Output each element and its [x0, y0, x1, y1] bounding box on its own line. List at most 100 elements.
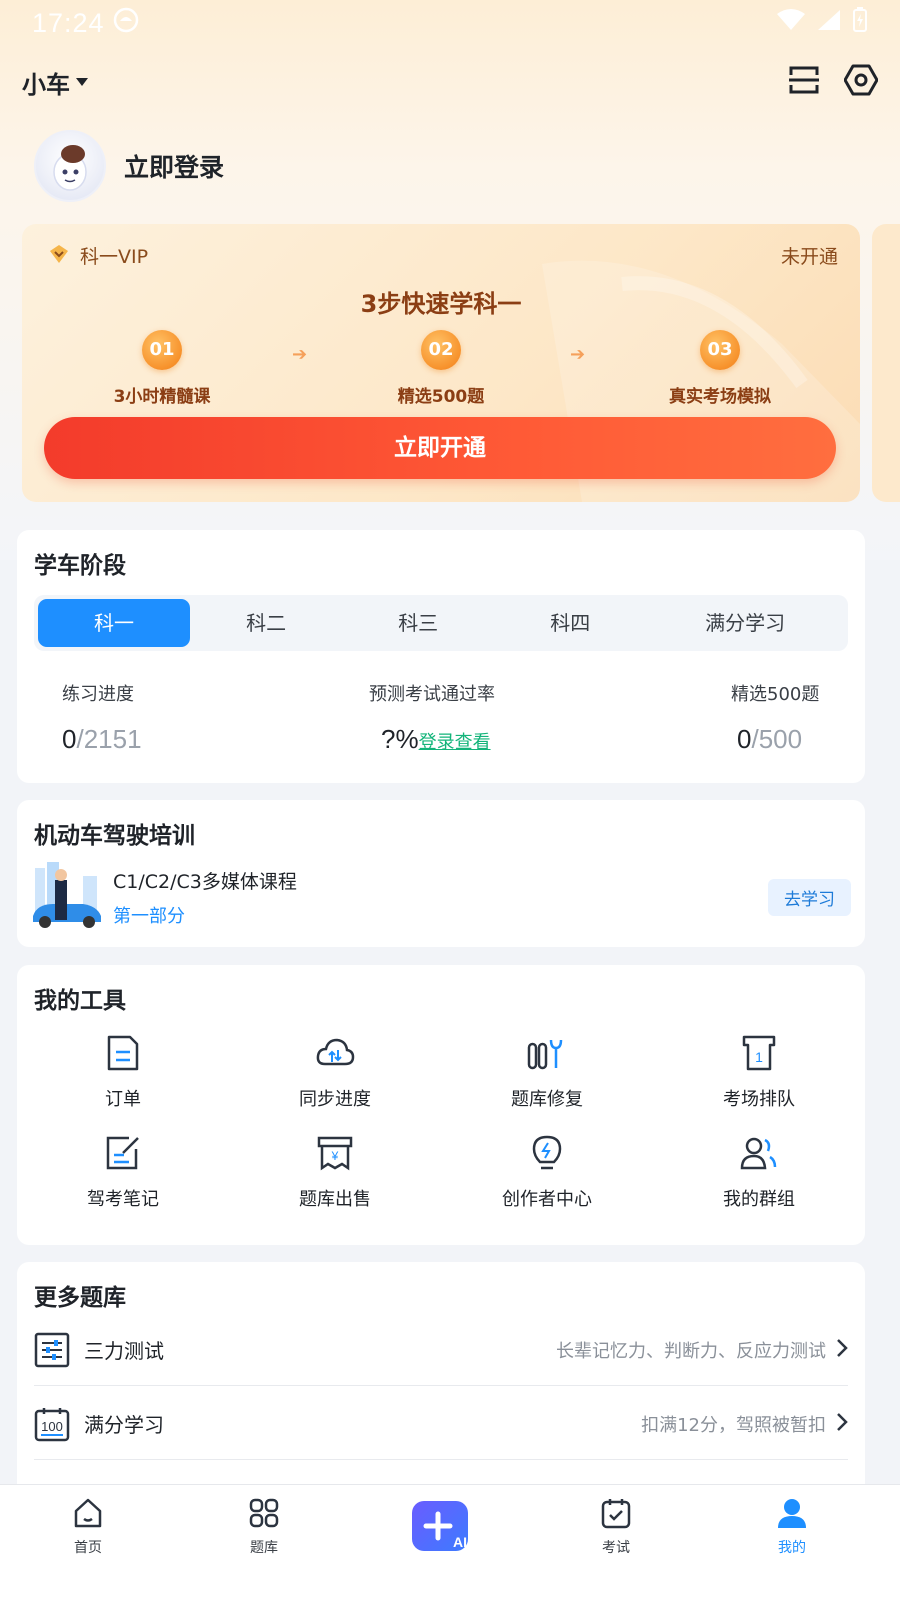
- notification-icon: [113, 7, 139, 40]
- user-icon: [776, 1499, 808, 1533]
- tab-full-score[interactable]: 满分学习: [646, 599, 844, 647]
- order-icon: [17, 1033, 229, 1073]
- cloud-sync-icon: [229, 1033, 441, 1073]
- step-text: 精选500题: [397, 387, 485, 407]
- list-item-full-score[interactable]: 100 满分学习 扣满12分，驾照被暂扣: [34, 1388, 848, 1460]
- tool-label: 驾考笔记: [87, 1189, 159, 1210]
- tool-sale[interactable]: ¥ 题库出售: [229, 1133, 441, 1211]
- tool-group[interactable]: 我的群组: [653, 1133, 865, 1211]
- vip-step: 02 精选500题: [341, 330, 541, 407]
- exam-icon: [600, 1499, 632, 1533]
- svg-text:¥: ¥: [331, 1149, 339, 1163]
- caret-down-icon: [76, 78, 88, 86]
- step-text: 3小时精髓课: [113, 387, 211, 407]
- list-item-label: 三力测试: [84, 1339, 164, 1363]
- stage-stats: 练习进度 0/2151 预测考试通过率 ?%登录查看 精选500题 0/500: [17, 680, 865, 760]
- bulb-icon: [441, 1133, 653, 1173]
- nav-question-bank[interactable]: 题库: [176, 1485, 352, 1600]
- tool-sync[interactable]: 同步进度: [229, 1033, 441, 1111]
- tool-order[interactable]: 订单: [17, 1033, 229, 1111]
- battery-icon: [852, 6, 868, 40]
- list-item-desc: 扣满12分，驾照被暂扣: [641, 1414, 826, 1436]
- selected-500[interactable]: 精选500题 0/500: [731, 680, 819, 755]
- note-icon: [17, 1133, 229, 1173]
- repair-icon: [441, 1033, 653, 1073]
- profile-row[interactable]: 立即登录: [34, 130, 224, 202]
- sale-icon: ¥: [229, 1133, 441, 1173]
- car-type-label: 小车: [22, 70, 70, 99]
- nav-label: 我的: [778, 1540, 806, 1556]
- training-card: 机动车驾驶培训 C1/C2/C3多媒体课程 第一部分 去学习: [17, 800, 865, 947]
- nav-mine[interactable]: 我的: [704, 1485, 880, 1600]
- tool-repair[interactable]: 题库修复: [441, 1033, 653, 1111]
- scan-icon[interactable]: [788, 65, 820, 99]
- score-100-icon: 100: [34, 1406, 70, 1442]
- car-type-selector[interactable]: 小车: [22, 65, 88, 100]
- bottom-nav: 首页 题库 AI 考试 我的: [0, 1484, 900, 1600]
- course-part: 第一部分: [113, 905, 185, 927]
- course-item[interactable]: C1/C2/C3多媒体课程 第一部分 去学习: [31, 862, 851, 932]
- avatar[interactable]: [34, 130, 106, 202]
- tool-queue[interactable]: 1 考场排队: [653, 1033, 865, 1111]
- tool-label: 题库出售: [299, 1189, 371, 1210]
- open-vip-button[interactable]: 立即开通: [44, 417, 836, 479]
- settings-icon[interactable]: [843, 64, 879, 100]
- tool-notes[interactable]: 驾考笔记: [17, 1133, 229, 1211]
- tab-subject-4[interactable]: 科四: [494, 599, 646, 647]
- vip-steps: 01 3小时精髓课 ➔ 02 精选500题 ➔ 03 真实考场模拟: [22, 330, 860, 410]
- signal-icon: [816, 8, 842, 39]
- stat-label: 练习进度: [62, 684, 134, 705]
- list-item-desc: 长辈记忆力、判断力、反应力测试: [556, 1340, 826, 1362]
- svg-text:1: 1: [755, 1049, 763, 1065]
- svg-text:100: 100: [41, 1419, 63, 1434]
- stat-label: 预测考试通过率: [369, 684, 495, 705]
- step-number: 01: [142, 330, 182, 370]
- tool-label: 题库修复: [511, 1089, 583, 1110]
- pass-rate[interactable]: 预测考试通过率 ?%登录查看: [369, 680, 495, 755]
- stage-tabs: 科一 科二 科三 科四 满分学习: [34, 595, 848, 651]
- arrow-right-icon: ➔: [570, 344, 586, 365]
- login-view-link[interactable]: 登录查看: [419, 732, 491, 752]
- stat-value-total: /500: [751, 724, 803, 754]
- group-icon: [653, 1133, 865, 1173]
- nav-ai[interactable]: AI: [352, 1485, 528, 1600]
- stage-title: 学车阶段: [34, 553, 126, 579]
- nav-label: 首页: [74, 1540, 102, 1556]
- tab-subject-1[interactable]: 科一: [38, 599, 191, 647]
- chevron-right-icon: [836, 1338, 848, 1362]
- tab-subject-3[interactable]: 科三: [342, 599, 494, 647]
- stage-card: 学车阶段 科一 科二 科三 科四 满分学习 练习进度 0/2151 预测考试通过…: [17, 530, 865, 783]
- go-study-button[interactable]: 去学习: [768, 878, 851, 916]
- training-title: 机动车驾驶培训: [34, 823, 195, 849]
- sliders-icon: [34, 1332, 70, 1368]
- tab-subject-2[interactable]: 科二: [190, 599, 342, 647]
- vip-title: 3步快速学科一: [360, 290, 522, 318]
- tool-label: 创作者中心: [502, 1189, 592, 1210]
- status-time: 17:24: [32, 7, 105, 38]
- nav-label: 题库: [250, 1540, 278, 1556]
- queue-icon: 1: [653, 1033, 865, 1073]
- practice-progress[interactable]: 练习进度 0/2151: [62, 680, 142, 755]
- vip-card-next[interactable]: [872, 224, 900, 502]
- tools-card: 我的工具 订单 同步进度 题库修复 1 考场排队 驾考笔记 ¥ 题库出售 创作者…: [17, 965, 865, 1245]
- tool-creator[interactable]: 创作者中心: [441, 1133, 653, 1211]
- nav-exam[interactable]: 考试: [528, 1485, 704, 1600]
- vip-badge-icon: [48, 243, 70, 269]
- tool-label: 考场排队: [723, 1089, 795, 1110]
- course-info: C1/C2/C3多媒体课程 第一部分: [113, 867, 297, 928]
- home-icon: [72, 1498, 104, 1533]
- stat-value-total: /2151: [76, 724, 142, 754]
- ai-plus-icon[interactable]: AI: [412, 1501, 468, 1551]
- stat-value-current: ?%: [381, 724, 419, 754]
- list-item-three-abilities[interactable]: 三力测试 长辈记忆力、判断力、反应力测试: [34, 1314, 848, 1386]
- vip-card[interactable]: 科一VIP 未开通 3步快速学科一 01 3小时精髓课 ➔ 02 精选500题 …: [22, 224, 860, 502]
- tools-title: 我的工具: [34, 988, 126, 1014]
- vip-step: 01 3小时精髓课: [62, 330, 262, 407]
- login-link[interactable]: 立即登录: [124, 148, 224, 184]
- step-text: 真实考场模拟: [669, 387, 771, 407]
- stat-value: ?%登录查看: [369, 724, 495, 755]
- nav-home[interactable]: 首页: [0, 1485, 176, 1600]
- more-title: 更多题库: [34, 1285, 126, 1311]
- nav-label: 考试: [602, 1540, 630, 1556]
- list-item-label: 满分学习: [84, 1413, 164, 1437]
